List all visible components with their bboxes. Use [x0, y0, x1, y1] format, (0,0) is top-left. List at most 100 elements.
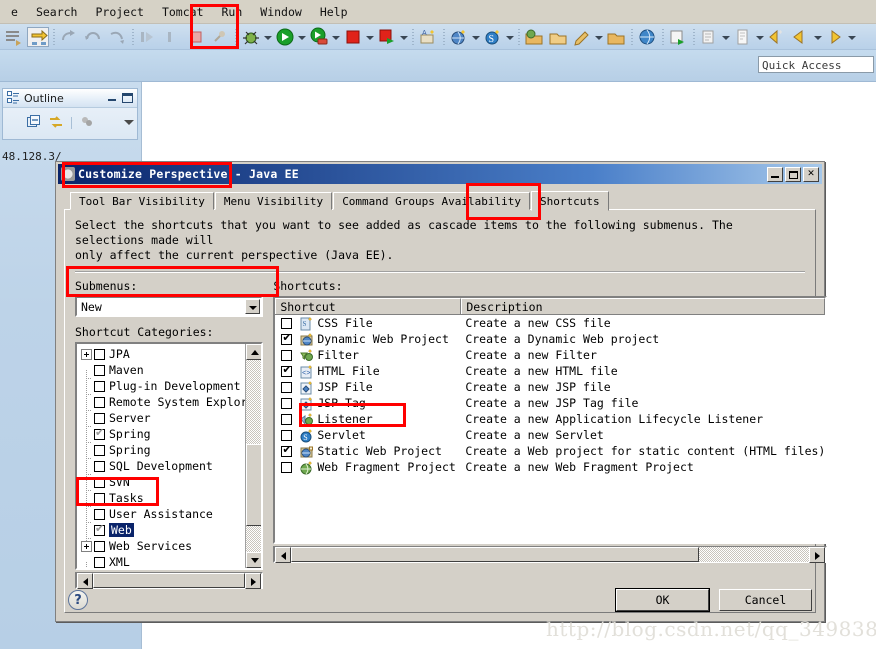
checkbox[interactable]	[94, 522, 105, 536]
tab-tool-bar-visibility[interactable]: Tool Bar Visibility	[70, 192, 214, 210]
tree-row[interactable]: Remote System Explorer	[77, 394, 261, 418]
hide-fields-icon[interactable]	[80, 114, 94, 133]
resume-icon[interactable]	[161, 27, 183, 47]
terminate-icon[interactable]	[185, 27, 207, 47]
scroll-thumb[interactable]	[291, 547, 700, 562]
run-as-dropdown-icon[interactable]	[331, 28, 341, 46]
tree-row[interactable]: Tasks	[77, 490, 261, 514]
new-servlet-dropdown-icon[interactable]	[505, 28, 515, 46]
checkbox[interactable]	[94, 396, 105, 408]
shortcuts-horizontal-scrollbar[interactable]	[273, 546, 828, 563]
cancel-button[interactable]: Cancel	[719, 589, 812, 611]
table-row[interactable]: JSP File Create a new JSP file	[275, 379, 825, 395]
toggle-breadcrumb-icon[interactable]	[3, 27, 25, 47]
checkbox[interactable]	[94, 348, 105, 360]
shortcut-categories-tree[interactable]: JPA Maven Plug-in Development Remote Sys…	[75, 342, 264, 570]
expand-icon[interactable]	[81, 540, 92, 552]
tab-menu-visibility[interactable]: Menu Visibility	[214, 192, 333, 210]
sort-icon[interactable]	[49, 114, 63, 133]
menu-file[interactable]: e	[2, 3, 27, 21]
tree-row[interactable]: Maven	[77, 362, 261, 386]
checkbox[interactable]	[281, 461, 293, 473]
new-web-project-icon[interactable]	[448, 27, 470, 47]
start-server-icon[interactable]	[376, 27, 398, 47]
new-web-project-dropdown-icon[interactable]	[471, 28, 481, 46]
tree-row[interactable]: SQL Development	[77, 458, 261, 482]
dialog-close-button[interactable]: ✕	[803, 166, 819, 182]
checkbox[interactable]	[281, 397, 293, 409]
tree-row[interactable]: XML	[77, 554, 261, 568]
ok-button[interactable]: OK	[616, 589, 709, 611]
minimize-icon[interactable]	[107, 93, 118, 103]
checkbox[interactable]	[94, 492, 105, 504]
chevron-down-icon[interactable]	[245, 299, 261, 314]
column-header-shortcut[interactable]: Shortcut	[275, 298, 462, 314]
scroll-track[interactable]	[699, 547, 810, 562]
submenus-combo[interactable]: New	[75, 296, 264, 317]
disconnect-icon[interactable]	[209, 27, 231, 47]
menu-window[interactable]: Window	[251, 3, 311, 21]
checkbox[interactable]	[94, 444, 105, 456]
checkbox[interactable]	[281, 443, 293, 457]
tree-row[interactable]: SVN	[77, 474, 261, 498]
checkbox[interactable]	[281, 363, 293, 377]
open-type-icon[interactable]	[547, 27, 569, 47]
view-menu-icon[interactable]	[123, 114, 137, 133]
menu-search[interactable]: Search	[27, 3, 87, 21]
shortcuts-table[interactable]: Shortcut Description S CSS File Create a…	[273, 296, 828, 544]
scroll-thumb[interactable]	[246, 444, 262, 526]
new-wizard-dropdown-icon[interactable]	[755, 28, 765, 46]
checkbox[interactable]	[94, 508, 105, 520]
back-history-icon[interactable]	[82, 27, 104, 47]
toggle-mark-occurrences-icon[interactable]	[27, 26, 49, 47]
table-row[interactable]: Dynamic Web Project Create a Dynamic Web…	[275, 331, 825, 347]
dialog-title-bar[interactable]: Customize Perspective - Java EE ✕	[58, 164, 822, 184]
categories-vertical-scrollbar[interactable]	[245, 344, 262, 568]
scroll-right-button[interactable]	[809, 546, 826, 563]
scroll-left-button[interactable]	[275, 546, 292, 563]
open-task-dropdown-icon[interactable]	[594, 28, 604, 46]
last-edit-location-icon[interactable]	[58, 27, 80, 47]
scroll-down-button[interactable]	[246, 552, 262, 568]
checkbox[interactable]	[94, 380, 105, 392]
help-button[interactable]: ?	[68, 590, 88, 610]
menu-tomcat[interactable]: Tomcat	[153, 3, 213, 21]
checkbox[interactable]	[281, 381, 293, 393]
stop-server-icon[interactable]	[342, 27, 364, 47]
external-tools-dropdown-icon[interactable]	[721, 28, 731, 46]
external-tools-icon[interactable]	[698, 27, 720, 47]
table-row[interactable]: JSP Tag Create a new JSP Tag file	[275, 395, 825, 411]
forward-arrow-icon[interactable]	[824, 27, 846, 47]
tree-row[interactable]: Server	[77, 410, 261, 434]
scroll-up-button[interactable]	[246, 344, 262, 360]
run-dropdown-icon[interactable]	[297, 28, 307, 46]
checkbox[interactable]	[281, 413, 293, 425]
open-browser-icon[interactable]	[636, 27, 658, 47]
checkbox[interactable]	[281, 429, 293, 441]
checkbox[interactable]	[94, 412, 105, 424]
forward-history-icon[interactable]	[106, 27, 128, 47]
maximize-icon[interactable]	[122, 93, 133, 103]
table-row[interactable]: Static Web Project Create a Web project …	[275, 443, 825, 459]
tree-row[interactable]: Spring	[77, 426, 261, 450]
tree-row-web[interactable]: Web	[77, 522, 261, 546]
tree-row[interactable]: JPA	[77, 346, 261, 362]
checkbox[interactable]	[281, 349, 293, 361]
tab-command-groups-availability[interactable]: Command Groups Availability	[333, 192, 530, 210]
menu-project[interactable]: Project	[86, 3, 152, 21]
dialog-maximize-button[interactable]	[785, 166, 801, 182]
back-arrow-star-icon[interactable]	[766, 27, 788, 47]
checkbox[interactable]	[94, 460, 105, 472]
table-row[interactable]: Listener Create a new Application Lifecy…	[275, 411, 825, 427]
checkbox[interactable]	[281, 317, 293, 329]
expand-icon[interactable]	[81, 348, 92, 360]
stop-dropdown-icon[interactable]	[365, 28, 375, 46]
tree-row[interactable]: Plug-in Development	[77, 378, 261, 402]
table-row[interactable]: Filter Create a new Filter	[275, 347, 825, 363]
menu-help[interactable]: Help	[311, 3, 357, 21]
table-row[interactable]: <> HTML File Create a new HTML file	[275, 363, 825, 379]
checkbox[interactable]	[94, 426, 105, 440]
checkbox[interactable]	[94, 476, 105, 488]
back-arrow-icon[interactable]	[790, 27, 812, 47]
forward-dropdown-icon[interactable]	[847, 28, 857, 46]
